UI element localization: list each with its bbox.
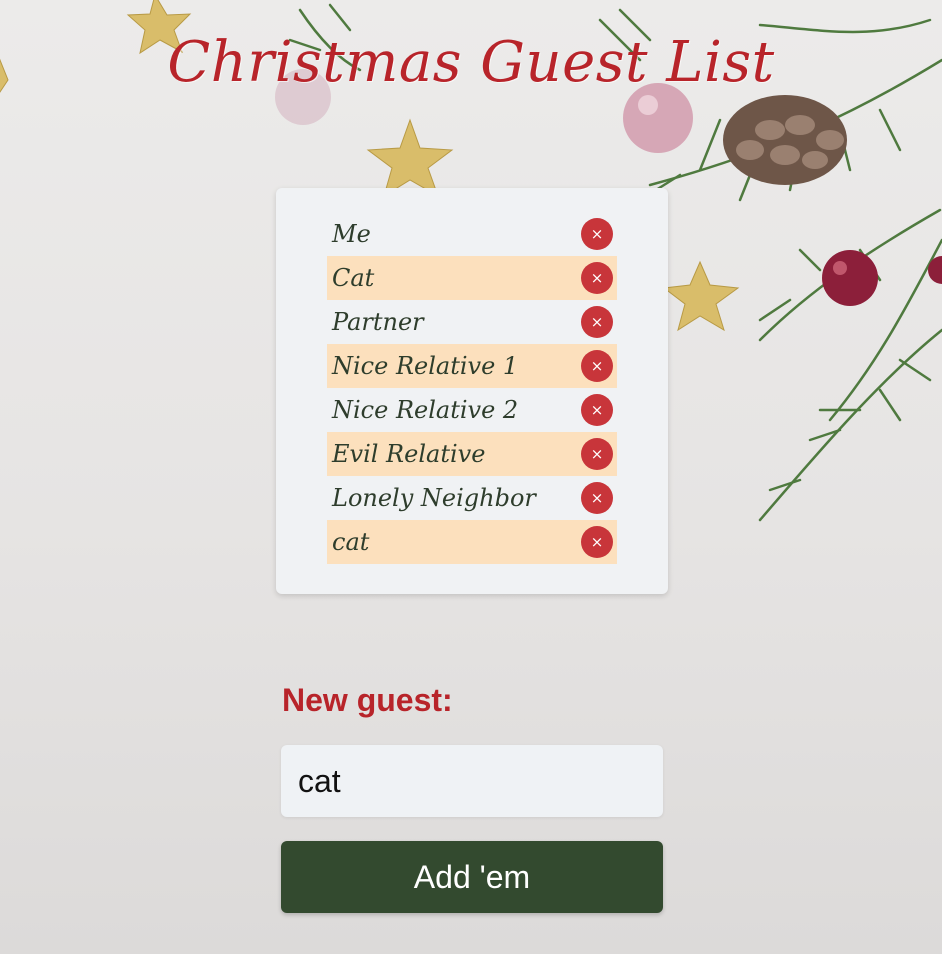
guest-name: Nice Relative 2 (332, 396, 519, 424)
new-guest-label: New guest: (282, 682, 453, 718)
guest-name: Lonely Neighbor (332, 484, 536, 512)
new-guest-input[interactable] (281, 745, 663, 817)
guest-name: Nice Relative 1 (332, 352, 519, 380)
remove-guest-button[interactable]: × (581, 482, 613, 514)
guest-name: Me (332, 220, 371, 248)
guest-row: Partner × (327, 300, 617, 344)
guest-row: Evil Relative × (327, 432, 617, 476)
guest-row: Me × (327, 212, 617, 256)
add-guest-button[interactable]: Add 'em (281, 841, 663, 913)
berry-icon (822, 250, 942, 306)
remove-guest-button[interactable]: × (581, 262, 613, 294)
remove-guest-button[interactable]: × (581, 526, 613, 558)
guest-row: Nice Relative 1 × (327, 344, 617, 388)
guest-name: Cat (332, 264, 375, 292)
guest-name: cat (332, 528, 370, 556)
page-title: Christmas Guest List (167, 30, 775, 95)
guest-row: Lonely Neighbor × (327, 476, 617, 520)
remove-guest-button[interactable]: × (581, 218, 613, 250)
remove-guest-button[interactable]: × (581, 350, 613, 382)
guest-list-card: Me × Cat × Partner × Nice Relative 1 × N… (276, 188, 668, 594)
guest-row: Cat × (327, 256, 617, 300)
remove-guest-button[interactable]: × (581, 438, 613, 470)
guest-row: Nice Relative 2 × (327, 388, 617, 432)
remove-guest-button[interactable]: × (581, 394, 613, 426)
pinecone-icon (723, 95, 847, 185)
guest-list: Me × Cat × Partner × Nice Relative 1 × N… (327, 212, 617, 564)
guest-row: cat × (327, 520, 617, 564)
gold-star-icon (366, 118, 454, 198)
remove-guest-button[interactable]: × (581, 306, 613, 338)
guest-name: Evil Relative (332, 440, 486, 468)
gold-star-icon (662, 260, 740, 332)
guest-name: Partner (332, 308, 424, 336)
